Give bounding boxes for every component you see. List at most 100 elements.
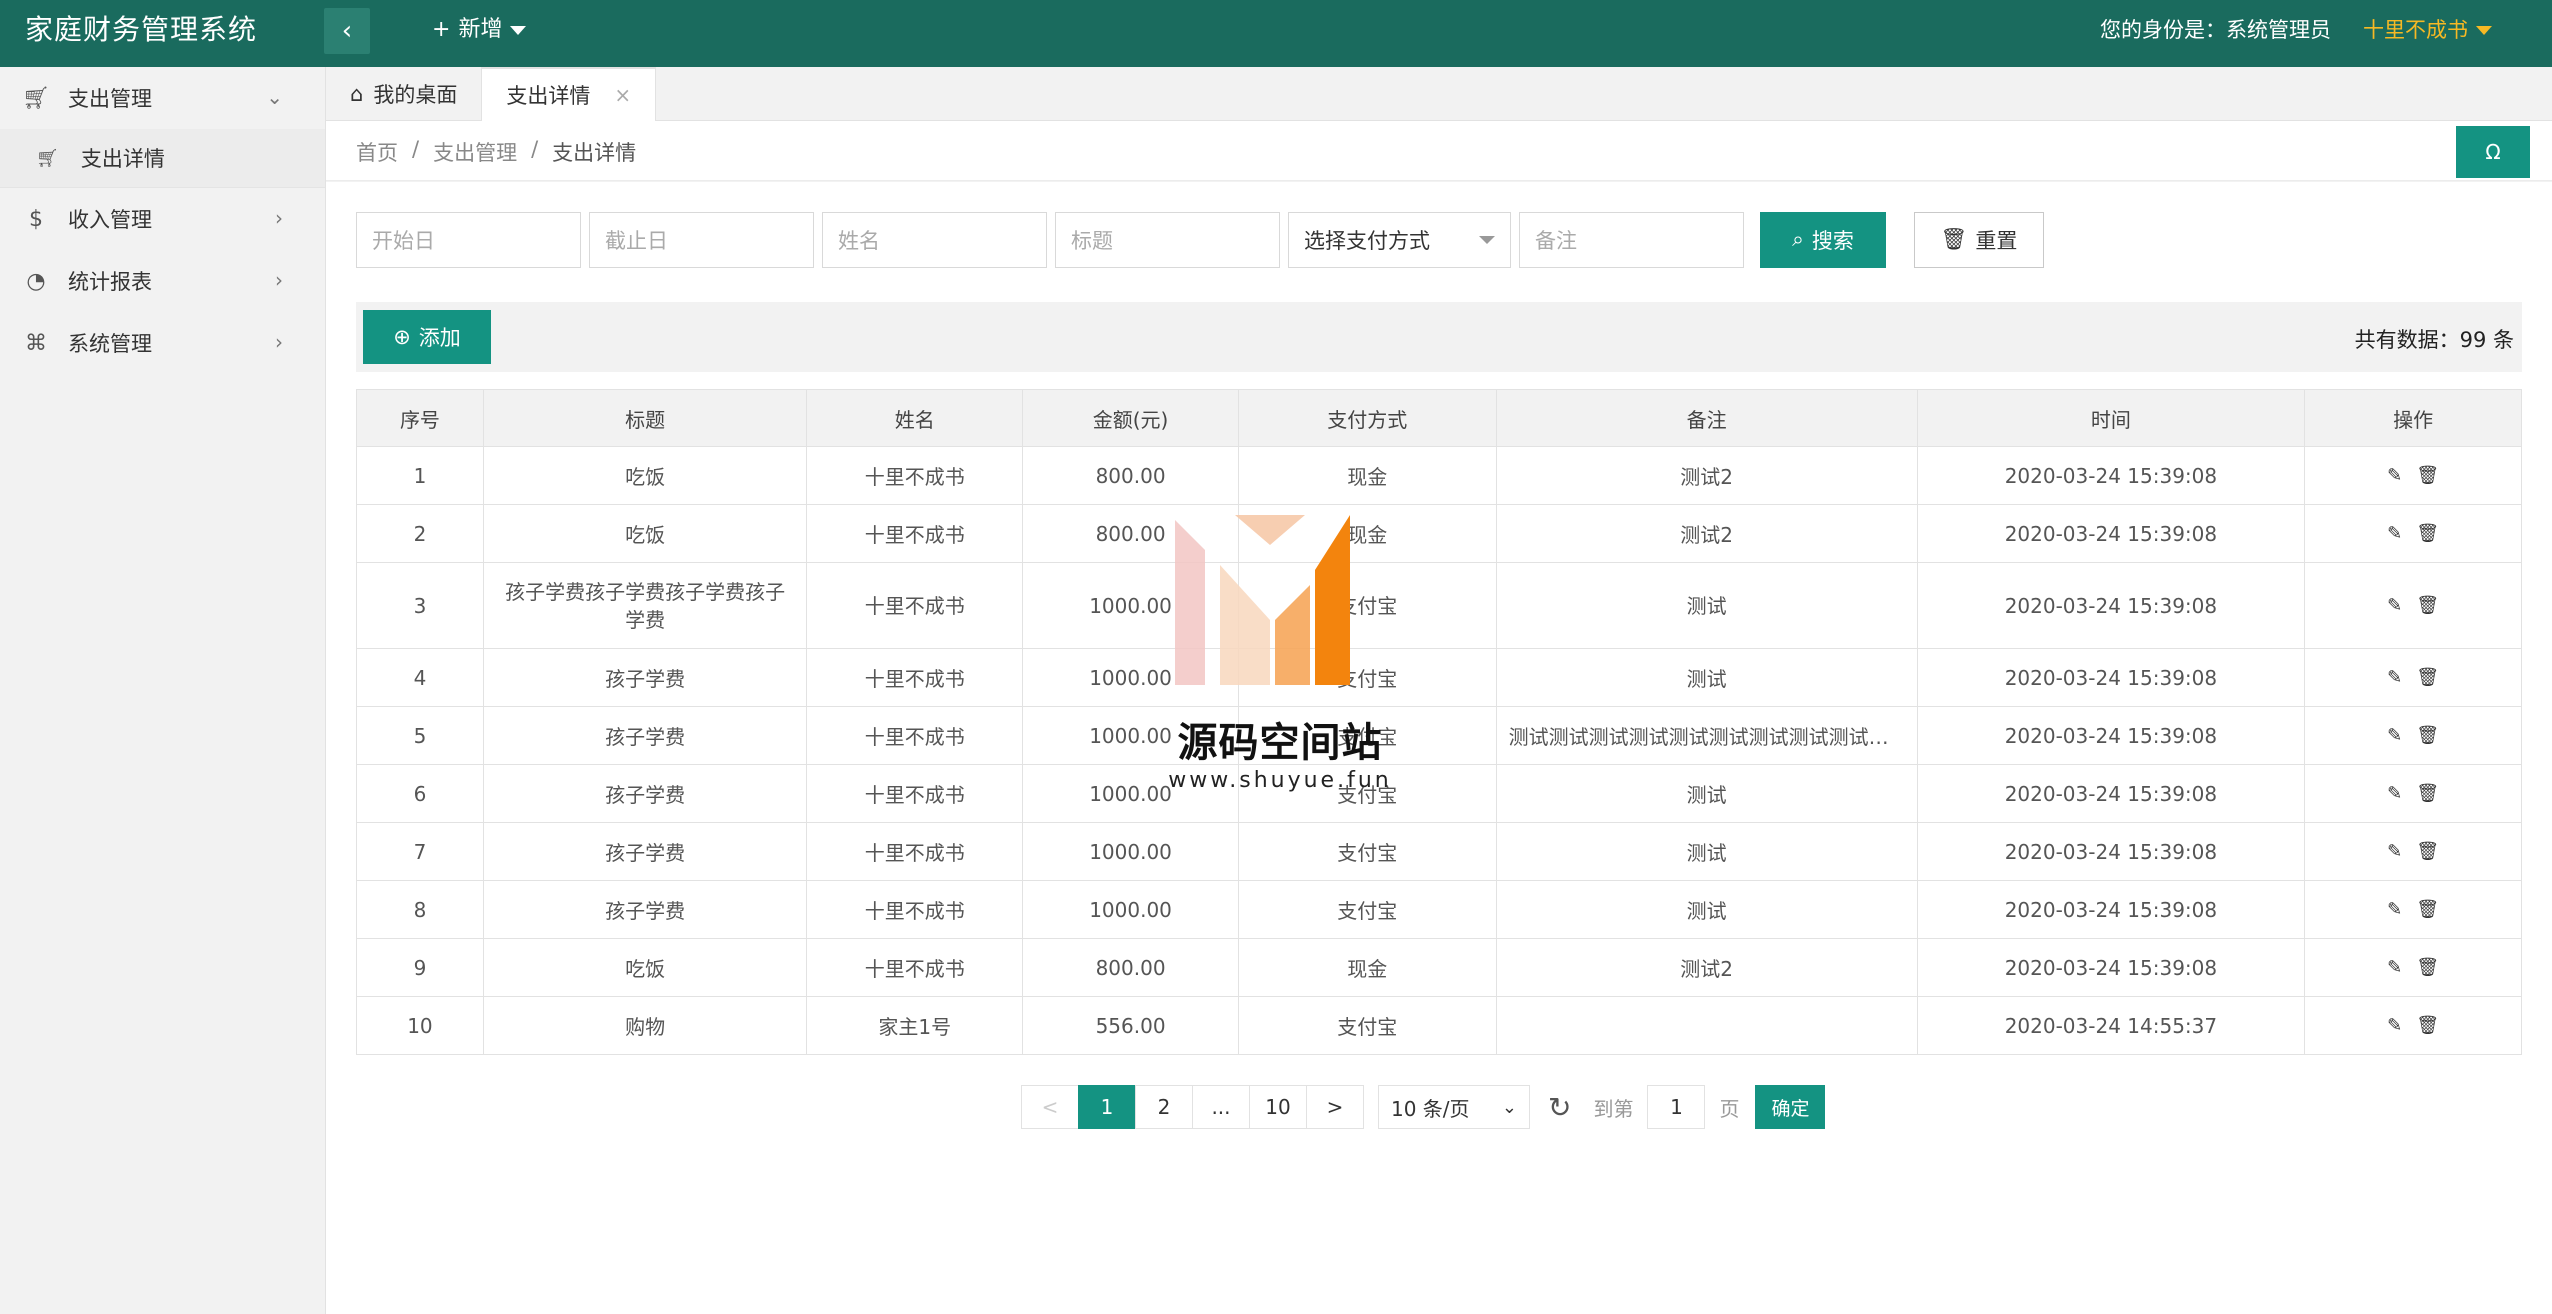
title-input[interactable]: 标题 (1055, 212, 1280, 268)
page-button[interactable]: 1 (1078, 1085, 1136, 1129)
sidebar-item-label: 支出管理 (68, 87, 152, 111)
delete-icon[interactable]: 🗑︎ (2416, 465, 2439, 486)
home-icon: ⌂ (350, 82, 364, 106)
identity-label: 您的身份是：系统管理员 (2100, 18, 2331, 42)
new-menu[interactable]: + 新增 (432, 0, 527, 60)
breadcrumb-separator: / (531, 137, 539, 161)
table-cell-actions: ✎ 🗑︎ (2304, 562, 2522, 649)
edit-icon[interactable]: ✎ (2387, 957, 2402, 978)
table-cell: 支付宝 (1237, 996, 1497, 1055)
remark-input[interactable]: 备注 (1519, 212, 1744, 268)
table-cell: 2020-03-24 14:55:37 (1916, 996, 2306, 1055)
table-cell-actions: ✎ 🗑︎ (2304, 880, 2522, 939)
remark-text: 测试 (1686, 667, 1727, 691)
page-button[interactable]: 2 (1135, 1085, 1193, 1129)
top-header: 家庭财务管理系统 ‹ + 新增 您的身份是：系统管理员 十里不成书 (0, 0, 2552, 67)
sidebar-toggle-button[interactable]: ‹ (324, 8, 370, 54)
pagination: < 1 2 ... 10 > 10 条/页 ⌄ ↻ 到第 1 页 确定 (1021, 1085, 1826, 1129)
sidebar-item-system[interactable]: ⌘ 系统管理 › (0, 312, 325, 374)
close-icon[interactable]: × (614, 83, 631, 107)
edit-icon[interactable]: ✎ (2387, 1015, 2402, 1036)
table-cell: 测试2 (1495, 938, 1918, 997)
breadcrumb-home[interactable]: 首页 (356, 137, 398, 167)
next-page-button[interactable]: > (1306, 1085, 1364, 1129)
delete-icon[interactable]: 🗑︎ (2416, 783, 2439, 804)
edit-icon[interactable]: ✎ (2387, 725, 2402, 746)
edit-icon[interactable]: ✎ (2387, 523, 2402, 544)
remark-text: 测试测试测试测试测试测试测试测试测试测试 (1508, 725, 1905, 749)
delete-icon[interactable]: 🗑︎ (2416, 592, 2439, 620)
delete-icon[interactable]: 🗑︎ (2416, 1015, 2439, 1036)
cart-icon: 🛒︎ (22, 85, 50, 111)
sidebar-item-expense[interactable]: 🛒︎ 支出管理 ⌄ (0, 67, 325, 129)
chevron-right-icon: › (275, 268, 283, 292)
breadcrumb-expense[interactable]: 支出管理 (433, 137, 517, 167)
add-button-label: 添加 (418, 327, 461, 350)
table-cell: 10 (356, 996, 484, 1055)
refresh-button[interactable]: Ω (2456, 126, 2530, 178)
end-date-input[interactable]: 截止日 (589, 212, 814, 268)
table-cell: 吃饭 (482, 938, 808, 997)
user-menu[interactable]: 十里不成书 (2363, 0, 2492, 60)
edit-icon[interactable]: ✎ (2387, 592, 2402, 620)
remark-text: 测试 (1686, 783, 1727, 807)
goto-page: 到第 1 页 (1593, 1085, 1739, 1129)
tab-label: 我的桌面 (373, 83, 458, 107)
name-input[interactable]: 姓名 (822, 212, 1047, 268)
table-cell-actions: ✎ 🗑︎ (2304, 504, 2522, 563)
delete-icon[interactable]: 🗑︎ (2416, 523, 2439, 544)
breadcrumb-bar: 首页 / 支出管理 / 支出详情 Ω (326, 121, 2552, 181)
column-header: 时间 (1916, 389, 2306, 447)
table-cell: 2020-03-24 15:39:08 (1916, 706, 2306, 765)
table-cell: 7 (356, 822, 484, 881)
delete-icon[interactable]: 🗑︎ (2416, 841, 2439, 862)
delete-icon[interactable]: 🗑︎ (2416, 667, 2439, 688)
watermark: 源码空间站 www.shuyue.fun (1160, 510, 1400, 800)
sidebar-item-income[interactable]: $ 收入管理 › (0, 188, 325, 250)
expense-table: 序号 标题 姓名 金额(元) 支付方式 备注 时间 操作 1 吃饭 十里不成书 800… (356, 389, 2522, 1055)
table-cell: 孩子学费 (482, 706, 808, 765)
refresh-icon[interactable]: ↻ (1548, 1091, 1571, 1124)
search-button[interactable]: ⌕ 搜索 (1760, 212, 1886, 268)
edit-icon[interactable]: ✎ (2387, 667, 2402, 688)
edit-icon[interactable]: ✎ (2387, 783, 2402, 804)
table-cell: 十里不成书 (806, 880, 1024, 939)
edit-icon[interactable]: ✎ (2387, 465, 2402, 486)
user-name: 十里不成书 (2363, 18, 2468, 42)
sidebar-subitem-expense-detail[interactable]: 🛒︎ 支出详情 (0, 129, 325, 187)
table-cell: 2020-03-24 15:39:08 (1916, 880, 2306, 939)
table-cell: 测试 (1495, 880, 1918, 939)
chevron-down-icon: ⌄ (1501, 1096, 1517, 1118)
sidebar: 🛒︎ 支出管理 ⌄ 🛒︎ 支出详情 $ 收入管理 › ◔ 统计报表 › ⌘ 系统… (0, 67, 326, 1314)
edit-icon[interactable]: ✎ (2387, 841, 2402, 862)
new-menu-label: 新增 (458, 17, 503, 42)
goto-page-input[interactable]: 1 (1647, 1085, 1706, 1129)
remark-text: 测试 (1686, 593, 1727, 618)
sidebar-item-reports[interactable]: ◔ 统计报表 › (0, 250, 325, 312)
delete-icon[interactable]: 🗑︎ (2416, 899, 2439, 920)
remark-text: 测试2 (1680, 465, 1733, 489)
tab-expense-detail[interactable]: 支出详情 × (482, 67, 657, 121)
tab-desktop[interactable]: ⌂ 我的桌面 (326, 67, 483, 121)
delete-icon[interactable]: 🗑︎ (2416, 957, 2439, 978)
confirm-goto-button[interactable]: 确定 (1755, 1085, 1826, 1129)
table-row: 7 孩子学费 十里不成书 1000.00 支付宝 测试 2020-03-24 15:39:0… (356, 822, 2522, 881)
page-button[interactable]: 10 (1249, 1085, 1307, 1129)
edit-icon[interactable]: ✎ (2387, 899, 2402, 920)
breadcrumb-current: 支出详情 (552, 141, 637, 165)
page-unit-label: 页 (1719, 1096, 1740, 1121)
table-row: 2 吃饭 十里不成书 800.00 现金 测试2 2020-03-24 15:39:08 ✎ 🗑… (356, 504, 2522, 563)
page-size-select[interactable]: 10 条/页 ⌄ (1378, 1085, 1530, 1129)
start-date-input[interactable]: 开始日 (356, 212, 581, 268)
delete-icon[interactable]: 🗑︎ (2416, 725, 2439, 746)
column-header: 标题 (482, 389, 808, 447)
table-cell: 800.00 (1022, 938, 1239, 997)
add-button[interactable]: ⊕ 添加 (363, 310, 491, 364)
reset-button[interactable]: 🗑︎ 重置 (1914, 212, 2044, 268)
table-cell: 1 (356, 446, 484, 505)
payment-method-select[interactable]: 选择支付方式 (1288, 212, 1511, 268)
plus-circle-icon: ⊕ (393, 325, 411, 349)
table-row: 1 吃饭 十里不成书 800.00 现金 测试2 2020-03-24 15:39:08 ✎ 🗑… (356, 446, 2522, 505)
prev-page-button[interactable]: < (1021, 1085, 1079, 1129)
remark-text: 测试 (1686, 899, 1727, 923)
